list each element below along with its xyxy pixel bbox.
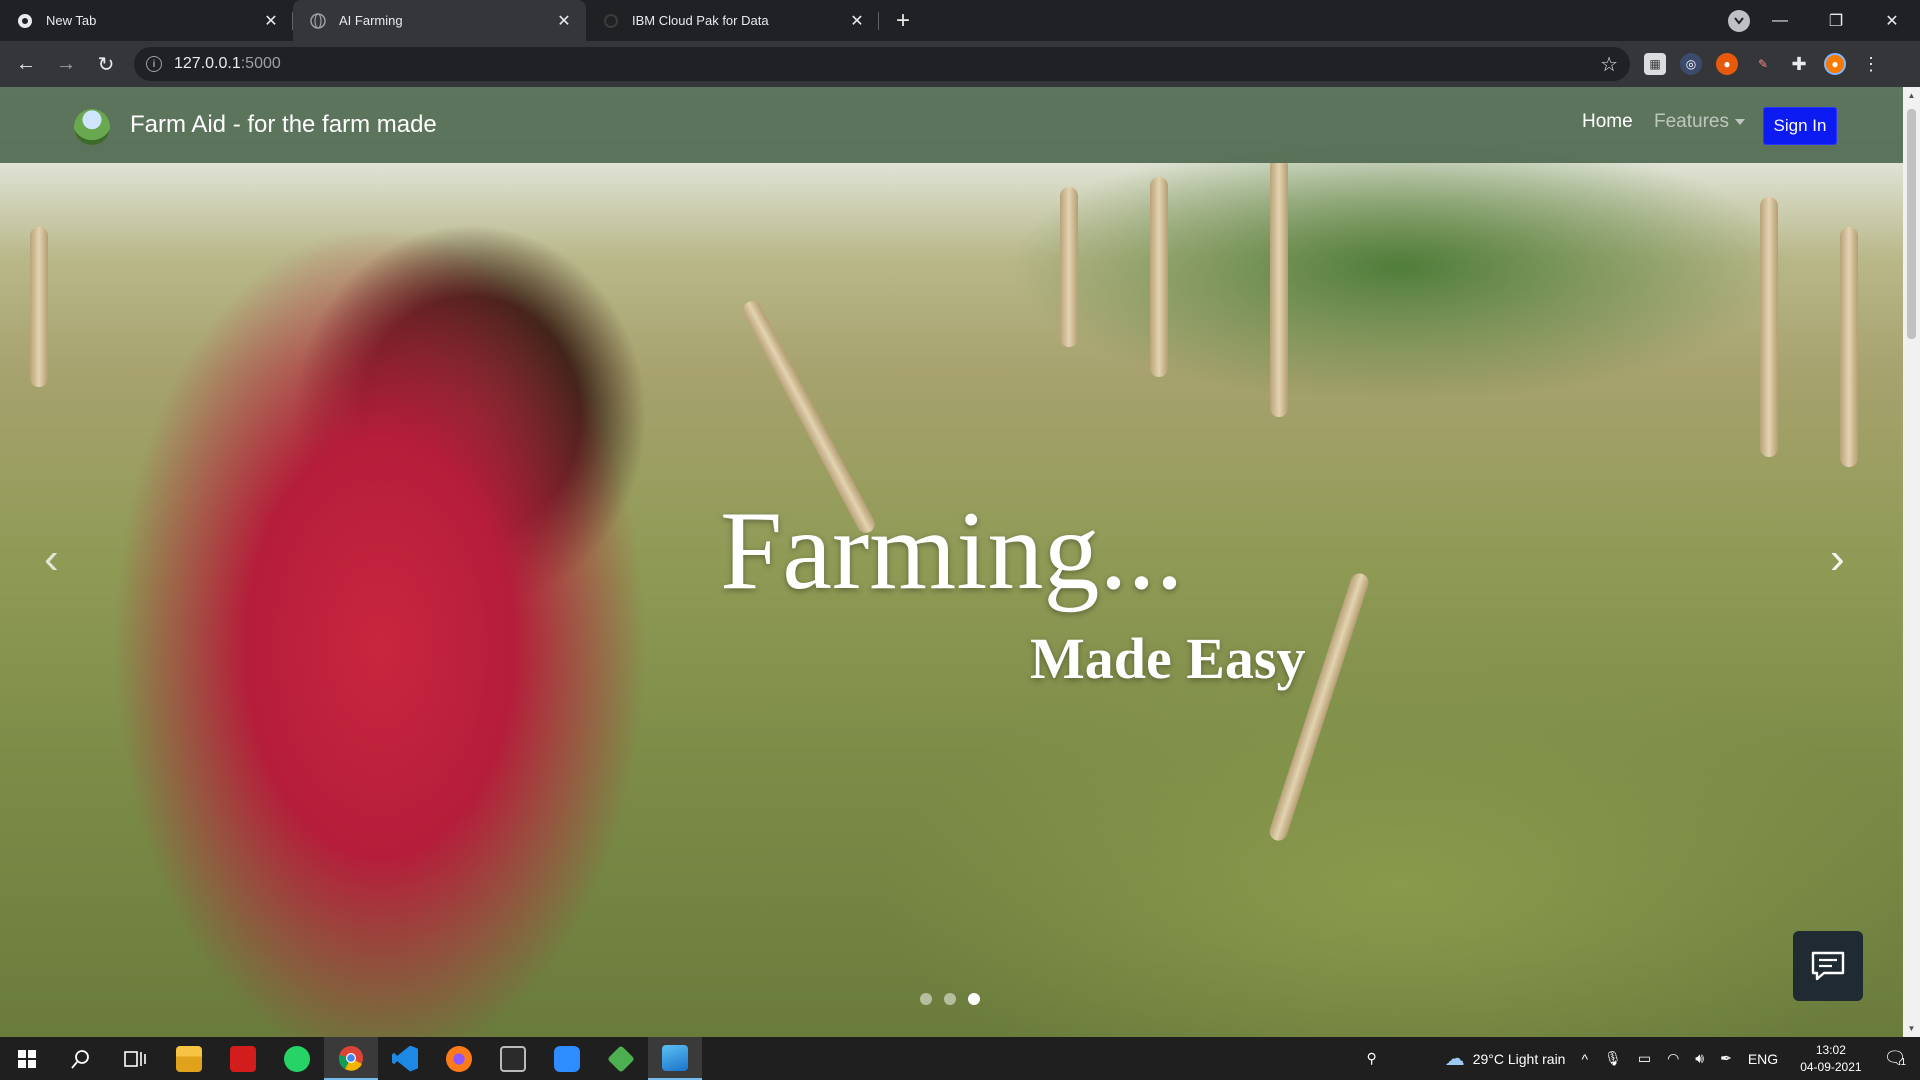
brand-title[interactable]: Farm Aid - for the farm made (130, 111, 437, 139)
tab-strip: New Tab ✕ AI Farming ✕ IBM Cloud Pak for… (0, 0, 1920, 41)
site-info-icon[interactable]: i (146, 56, 162, 72)
notification-count: 1 (1900, 1057, 1906, 1068)
extension-icon[interactable]: ◎ (1680, 53, 1702, 75)
search-icon[interactable] (54, 1037, 108, 1080)
millet-stalk (1760, 197, 1778, 457)
millet-stalk (1270, 157, 1288, 417)
tab-title: IBM Cloud Pak for Data (632, 13, 769, 28)
chrome-icon (16, 12, 34, 30)
carousel-indicator[interactable] (944, 993, 956, 1005)
extension-icon[interactable]: ▦ (1644, 53, 1666, 75)
clock[interactable]: 13:02 04-09-2021 (1800, 1042, 1861, 1076)
window-controls: — ❐ ✕ (1752, 0, 1920, 41)
url-text: 127.0.0.1:5000 (174, 55, 1600, 73)
forward-icon[interactable]: → (46, 46, 86, 82)
windows-start-icon[interactable] (0, 1037, 54, 1080)
battery-icon[interactable]: ▭ (1638, 1050, 1651, 1067)
whatsapp-icon[interactable] (270, 1037, 324, 1080)
volume-icon[interactable]: 🔊︎ (1695, 1050, 1704, 1067)
git-icon[interactable] (594, 1037, 648, 1080)
scroll-down-icon[interactable]: ▼ (1907, 1024, 1916, 1033)
tab-title: AI Farming (339, 13, 403, 28)
carousel-indicator-active[interactable] (968, 993, 980, 1005)
close-icon[interactable]: ✕ (554, 11, 574, 31)
zoom-icon[interactable] (540, 1037, 594, 1080)
terminal-icon[interactable] (486, 1037, 540, 1080)
page-viewport: Farm Aid - for the farm made Home Featur… (0, 87, 1903, 1037)
tab-title: New Tab (46, 13, 97, 28)
tab-ibm-cloud-pak[interactable]: IBM Cloud Pak for Data ✕ (586, 0, 879, 41)
weather-widget[interactable]: ☁ 29°C Light rain (1445, 1046, 1566, 1071)
window-close-icon[interactable]: ✕ (1864, 0, 1920, 41)
microphone-icon[interactable]: 🎙︎ (1604, 1050, 1622, 1067)
tab-new-tab[interactable]: New Tab ✕ (0, 0, 293, 41)
firefox-icon[interactable] (432, 1037, 486, 1080)
language-indicator[interactable]: ENG (1748, 1051, 1778, 1067)
avatar[interactable]: ● (1824, 53, 1846, 75)
pen-icon[interactable]: ✒ (1720, 1050, 1732, 1067)
task-view-icon[interactable] (108, 1037, 162, 1080)
tab-separator (878, 12, 879, 30)
windows-taskbar: ⚲ ☁ 29°C Light rain ^ 🎙︎ ▭ ◠ 🔊︎ ✒ ENG 13… (0, 1037, 1920, 1080)
url-host: 127.0.0.1 (174, 55, 241, 72)
new-tab-button[interactable]: + (885, 3, 921, 39)
wifi-icon[interactable]: ◠ (1667, 1050, 1679, 1067)
people-icon[interactable]: ⚲ (1366, 1050, 1376, 1067)
chrome-taskbar-icon[interactable] (324, 1037, 378, 1080)
millet-stalk (1060, 187, 1078, 347)
close-icon[interactable]: ✕ (261, 11, 281, 31)
browser-toolbar: ← → ↻ i 127.0.0.1:5000 ☆ ▦ ◎ ● ✎ ✚ ● ⋮ (0, 41, 1920, 87)
scroll-up-icon[interactable]: ▲ (1907, 91, 1916, 100)
millet-stalk (1840, 227, 1858, 467)
chat-widget-button[interactable] (1793, 931, 1863, 1001)
carousel-prev-icon[interactable]: ‹ (44, 537, 72, 581)
millet-stalk (1267, 571, 1371, 843)
chevron-up-icon[interactable]: ^ (1581, 1051, 1588, 1067)
scrollbar-thumb[interactable] (1907, 109, 1916, 339)
caret-down-icon (1734, 118, 1745, 125)
sign-in-button[interactable]: Sign In (1763, 107, 1837, 145)
vscode-icon[interactable] (378, 1037, 432, 1080)
millet-stalk (1150, 177, 1168, 377)
globe-icon (309, 12, 327, 30)
menu-dots-icon[interactable]: ⋮ (1860, 53, 1882, 75)
tab-search-icon[interactable] (1728, 10, 1750, 32)
bookmark-star-icon[interactable]: ☆ (1600, 52, 1618, 77)
hero-caption-subtitle: Made Easy (1030, 626, 1306, 691)
reload-icon[interactable]: ↻ (86, 46, 126, 82)
url-port: :5000 (240, 55, 281, 72)
vertical-scrollbar[interactable]: ▲ ▼ (1903, 87, 1920, 1037)
carousel-indicator[interactable] (920, 993, 932, 1005)
brand-logo[interactable] (74, 109, 110, 145)
extensions-area: ▦ ◎ ● ✎ ✚ ● ⋮ (1644, 53, 1882, 75)
file-explorer-icon[interactable] (162, 1037, 216, 1080)
address-bar[interactable]: i 127.0.0.1:5000 ☆ (134, 47, 1630, 81)
back-icon[interactable]: ← (6, 46, 46, 82)
nav-features-label: Features (1654, 111, 1729, 132)
minimize-icon[interactable]: — (1752, 0, 1808, 41)
clock-date: 04-09-2021 (1800, 1059, 1862, 1074)
restore-icon[interactable]: ❐ (1808, 0, 1864, 41)
acrobat-icon[interactable] (216, 1037, 270, 1080)
extension-icon[interactable]: ✎ (1752, 53, 1774, 75)
cloud-rain-icon: ☁ (1444, 1048, 1465, 1070)
extension-icon[interactable]: ● (1716, 53, 1738, 75)
clock-time: 13:02 (1815, 1042, 1846, 1057)
puzzle-icon[interactable]: ✚ (1788, 53, 1810, 75)
site-navbar: Farm Aid - for the farm made Home Featur… (0, 87, 1903, 163)
carousel-next-icon[interactable]: › (1830, 537, 1858, 581)
hero-caption-title: Farming... (720, 489, 1184, 613)
tab-ai-farming[interactable]: AI Farming ✕ (293, 0, 586, 41)
weather-text: 29°C Light rain (1472, 1050, 1566, 1067)
nav-home-link[interactable]: Home (1582, 111, 1633, 133)
millet-stalk (30, 227, 48, 387)
system-tray: ⚲ ☁ 29°C Light rain ^ 🎙︎ ▭ ◠ 🔊︎ ✒ ENG 13… (1358, 1037, 1920, 1080)
chat-icon (1811, 951, 1845, 981)
photos-icon[interactable] (648, 1037, 702, 1080)
nav-features-dropdown[interactable]: Features (1654, 111, 1745, 133)
carousel-indicators (920, 993, 980, 1005)
close-icon[interactable]: ✕ (847, 11, 867, 31)
ibm-icon (602, 12, 620, 30)
notifications-icon[interactable]: 🗨︎ 1 (1884, 1048, 1907, 1069)
